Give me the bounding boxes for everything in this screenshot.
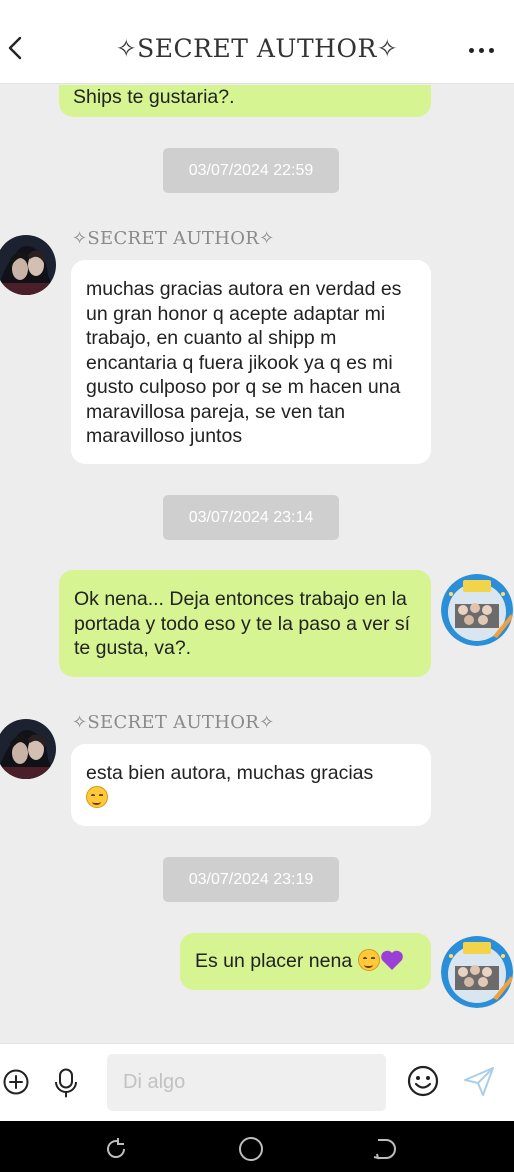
outgoing-message[interactable]: Ships te gustaria?. <box>59 85 431 117</box>
timestamp: 03/07/2024 22:59 <box>163 148 339 193</box>
contact-avatar-image <box>0 719 56 779</box>
home-button[interactable] <box>231 1133 271 1165</box>
message-input[interactable] <box>107 1054 386 1111</box>
more-dot <box>488 47 494 53</box>
sender-name: ✧SECRET AUTHOR✧ <box>72 228 275 249</box>
more-dot <box>478 47 484 53</box>
composer-bar <box>0 1043 514 1121</box>
back-icon <box>373 1139 396 1160</box>
my-avatar[interactable] <box>441 574 513 646</box>
back-button[interactable] <box>2 30 28 66</box>
contact-avatar[interactable] <box>0 719 56 779</box>
more-options-button[interactable] <box>464 40 498 60</box>
outgoing-message[interactable]: Es un placer nena <box>180 933 431 990</box>
recents-icon <box>107 1138 126 1158</box>
timestamp: 03/07/2024 23:19 <box>163 857 339 902</box>
chevron-left-icon <box>8 36 22 60</box>
message-text: Ships te gustaria?. <box>73 86 235 108</box>
my-avatar-image <box>441 574 513 646</box>
home-icon <box>239 1137 263 1161</box>
send-button[interactable] <box>462 1064 496 1098</box>
back-nav-button[interactable] <box>364 1133 404 1165</box>
contact-avatar[interactable] <box>0 235 56 295</box>
status-bar <box>0 0 514 10</box>
timestamp: 03/07/2024 23:14 <box>163 495 339 540</box>
message-text: Es un placer nena <box>195 950 353 972</box>
message-text: muchas gracias autora en verdad es un gr… <box>86 278 402 447</box>
message-list[interactable]: Ships te gustaria?. 03/07/2024 22:59 ✧SE… <box>0 85 514 1043</box>
purple-heart-emoji <box>380 950 403 970</box>
chat-title[interactable]: ✧SECRET AUTHOR✧ <box>90 34 424 63</box>
incoming-message[interactable]: esta bien autora, muchas gracias <box>71 744 431 826</box>
my-avatar[interactable] <box>441 936 513 1008</box>
send-icon <box>464 1067 494 1096</box>
message-text: esta bien autora, muchas gracias <box>86 762 374 784</box>
more-horizontal-icon <box>468 47 474 53</box>
contact-avatar-image <box>0 235 56 295</box>
chat-header: ✧SECRET AUTHOR✧ <box>0 10 514 84</box>
smiling-face-emoji <box>86 785 108 808</box>
add-circle-icon <box>3 1069 29 1095</box>
sender-name: ✧SECRET AUTHOR✧ <box>72 712 275 733</box>
outgoing-message[interactable]: Ok nena... Deja entonces trabajo en la p… <box>59 570 431 677</box>
my-avatar-image <box>441 936 513 1008</box>
voice-button[interactable] <box>52 1066 80 1100</box>
system-nav-bar <box>0 1121 514 1172</box>
add-button[interactable] <box>2 1068 30 1096</box>
recents-button[interactable] <box>96 1133 136 1165</box>
smiling-face-emoji <box>357 949 380 971</box>
microphone-icon <box>55 1068 77 1098</box>
emoji-button[interactable] <box>406 1064 440 1098</box>
incoming-message[interactable]: muchas gracias autora en verdad es un gr… <box>71 260 431 464</box>
emoji-icon <box>407 1065 439 1097</box>
message-text: Ok nena... Deja entonces trabajo en la p… <box>74 588 411 659</box>
